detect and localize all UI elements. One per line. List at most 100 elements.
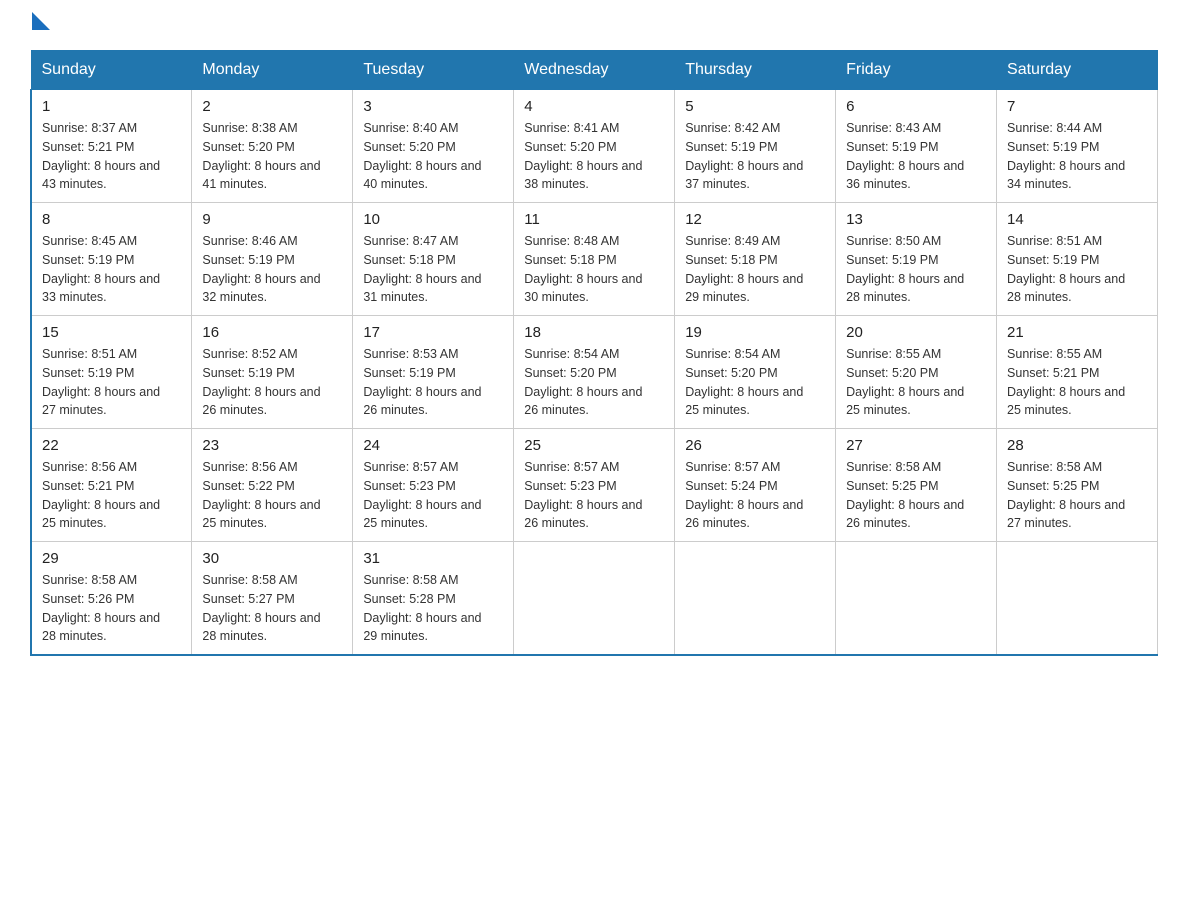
day-number: 22 bbox=[42, 437, 181, 454]
day-info: Sunrise: 8:57 AM Sunset: 5:23 PM Dayligh… bbox=[524, 458, 664, 533]
logo-triangle-icon bbox=[32, 12, 50, 30]
day-info: Sunrise: 8:54 AM Sunset: 5:20 PM Dayligh… bbox=[685, 345, 825, 420]
day-number: 8 bbox=[42, 211, 181, 228]
day-number: 17 bbox=[363, 324, 503, 341]
day-header-friday: Friday bbox=[836, 51, 997, 90]
calendar-cell: 20 Sunrise: 8:55 AM Sunset: 5:20 PM Dayl… bbox=[836, 316, 997, 429]
day-number: 7 bbox=[1007, 98, 1147, 115]
day-header-tuesday: Tuesday bbox=[353, 51, 514, 90]
days-of-week-row: SundayMondayTuesdayWednesdayThursdayFrid… bbox=[31, 51, 1158, 90]
calendar-cell: 26 Sunrise: 8:57 AM Sunset: 5:24 PM Dayl… bbox=[675, 429, 836, 542]
day-info: Sunrise: 8:58 AM Sunset: 5:27 PM Dayligh… bbox=[202, 571, 342, 646]
calendar-table: SundayMondayTuesdayWednesdayThursdayFrid… bbox=[30, 50, 1158, 656]
calendar-cell: 9 Sunrise: 8:46 AM Sunset: 5:19 PM Dayli… bbox=[192, 203, 353, 316]
day-header-monday: Monday bbox=[192, 51, 353, 90]
day-number: 21 bbox=[1007, 324, 1147, 341]
day-header-saturday: Saturday bbox=[997, 51, 1158, 90]
calendar-cell: 19 Sunrise: 8:54 AM Sunset: 5:20 PM Dayl… bbox=[675, 316, 836, 429]
day-info: Sunrise: 8:38 AM Sunset: 5:20 PM Dayligh… bbox=[202, 119, 342, 194]
week-row-2: 8 Sunrise: 8:45 AM Sunset: 5:19 PM Dayli… bbox=[31, 203, 1158, 316]
calendar-cell: 23 Sunrise: 8:56 AM Sunset: 5:22 PM Dayl… bbox=[192, 429, 353, 542]
calendar-cell: 13 Sunrise: 8:50 AM Sunset: 5:19 PM Dayl… bbox=[836, 203, 997, 316]
day-info: Sunrise: 8:53 AM Sunset: 5:19 PM Dayligh… bbox=[363, 345, 503, 420]
day-number: 4 bbox=[524, 98, 664, 115]
calendar-cell bbox=[997, 542, 1158, 656]
day-number: 6 bbox=[846, 98, 986, 115]
calendar-cell: 1 Sunrise: 8:37 AM Sunset: 5:21 PM Dayli… bbox=[31, 90, 192, 203]
day-number: 14 bbox=[1007, 211, 1147, 228]
day-info: Sunrise: 8:51 AM Sunset: 5:19 PM Dayligh… bbox=[42, 345, 181, 420]
day-info: Sunrise: 8:41 AM Sunset: 5:20 PM Dayligh… bbox=[524, 119, 664, 194]
day-header-thursday: Thursday bbox=[675, 51, 836, 90]
calendar-cell: 29 Sunrise: 8:58 AM Sunset: 5:26 PM Dayl… bbox=[31, 542, 192, 656]
calendar-cell: 11 Sunrise: 8:48 AM Sunset: 5:18 PM Dayl… bbox=[514, 203, 675, 316]
day-info: Sunrise: 8:58 AM Sunset: 5:26 PM Dayligh… bbox=[42, 571, 181, 646]
day-number: 20 bbox=[846, 324, 986, 341]
calendar-cell: 2 Sunrise: 8:38 AM Sunset: 5:20 PM Dayli… bbox=[192, 90, 353, 203]
day-number: 15 bbox=[42, 324, 181, 341]
calendar-cell: 4 Sunrise: 8:41 AM Sunset: 5:20 PM Dayli… bbox=[514, 90, 675, 203]
calendar-cell: 7 Sunrise: 8:44 AM Sunset: 5:19 PM Dayli… bbox=[997, 90, 1158, 203]
day-info: Sunrise: 8:58 AM Sunset: 5:25 PM Dayligh… bbox=[1007, 458, 1147, 533]
day-number: 19 bbox=[685, 324, 825, 341]
day-number: 31 bbox=[363, 550, 503, 567]
day-number: 1 bbox=[42, 98, 181, 115]
day-info: Sunrise: 8:46 AM Sunset: 5:19 PM Dayligh… bbox=[202, 232, 342, 307]
day-number: 13 bbox=[846, 211, 986, 228]
day-info: Sunrise: 8:50 AM Sunset: 5:19 PM Dayligh… bbox=[846, 232, 986, 307]
calendar-cell: 30 Sunrise: 8:58 AM Sunset: 5:27 PM Dayl… bbox=[192, 542, 353, 656]
calendar-cell: 10 Sunrise: 8:47 AM Sunset: 5:18 PM Dayl… bbox=[353, 203, 514, 316]
calendar-body: 1 Sunrise: 8:37 AM Sunset: 5:21 PM Dayli… bbox=[31, 90, 1158, 656]
day-info: Sunrise: 8:44 AM Sunset: 5:19 PM Dayligh… bbox=[1007, 119, 1147, 194]
day-number: 3 bbox=[363, 98, 503, 115]
logo bbox=[30, 20, 50, 30]
day-number: 30 bbox=[202, 550, 342, 567]
day-info: Sunrise: 8:57 AM Sunset: 5:24 PM Dayligh… bbox=[685, 458, 825, 533]
day-number: 28 bbox=[1007, 437, 1147, 454]
day-number: 11 bbox=[524, 211, 664, 228]
calendar-cell: 28 Sunrise: 8:58 AM Sunset: 5:25 PM Dayl… bbox=[997, 429, 1158, 542]
week-row-3: 15 Sunrise: 8:51 AM Sunset: 5:19 PM Dayl… bbox=[31, 316, 1158, 429]
day-info: Sunrise: 8:54 AM Sunset: 5:20 PM Dayligh… bbox=[524, 345, 664, 420]
calendar-cell bbox=[675, 542, 836, 656]
calendar-cell: 6 Sunrise: 8:43 AM Sunset: 5:19 PM Dayli… bbox=[836, 90, 997, 203]
day-number: 27 bbox=[846, 437, 986, 454]
week-row-4: 22 Sunrise: 8:56 AM Sunset: 5:21 PM Dayl… bbox=[31, 429, 1158, 542]
day-header-wednesday: Wednesday bbox=[514, 51, 675, 90]
calendar-cell: 14 Sunrise: 8:51 AM Sunset: 5:19 PM Dayl… bbox=[997, 203, 1158, 316]
day-info: Sunrise: 8:49 AM Sunset: 5:18 PM Dayligh… bbox=[685, 232, 825, 307]
day-number: 24 bbox=[363, 437, 503, 454]
day-info: Sunrise: 8:37 AM Sunset: 5:21 PM Dayligh… bbox=[42, 119, 181, 194]
day-info: Sunrise: 8:48 AM Sunset: 5:18 PM Dayligh… bbox=[524, 232, 664, 307]
day-info: Sunrise: 8:56 AM Sunset: 5:21 PM Dayligh… bbox=[42, 458, 181, 533]
day-info: Sunrise: 8:47 AM Sunset: 5:18 PM Dayligh… bbox=[363, 232, 503, 307]
day-info: Sunrise: 8:43 AM Sunset: 5:19 PM Dayligh… bbox=[846, 119, 986, 194]
day-info: Sunrise: 8:45 AM Sunset: 5:19 PM Dayligh… bbox=[42, 232, 181, 307]
day-number: 23 bbox=[202, 437, 342, 454]
calendar-cell: 16 Sunrise: 8:52 AM Sunset: 5:19 PM Dayl… bbox=[192, 316, 353, 429]
day-number: 12 bbox=[685, 211, 825, 228]
calendar-cell: 22 Sunrise: 8:56 AM Sunset: 5:21 PM Dayl… bbox=[31, 429, 192, 542]
day-number: 2 bbox=[202, 98, 342, 115]
day-info: Sunrise: 8:56 AM Sunset: 5:22 PM Dayligh… bbox=[202, 458, 342, 533]
calendar-cell: 18 Sunrise: 8:54 AM Sunset: 5:20 PM Dayl… bbox=[514, 316, 675, 429]
calendar-cell: 21 Sunrise: 8:55 AM Sunset: 5:21 PM Dayl… bbox=[997, 316, 1158, 429]
day-number: 29 bbox=[42, 550, 181, 567]
calendar-cell bbox=[836, 542, 997, 656]
day-info: Sunrise: 8:57 AM Sunset: 5:23 PM Dayligh… bbox=[363, 458, 503, 533]
calendar-cell: 25 Sunrise: 8:57 AM Sunset: 5:23 PM Dayl… bbox=[514, 429, 675, 542]
week-row-5: 29 Sunrise: 8:58 AM Sunset: 5:26 PM Dayl… bbox=[31, 542, 1158, 656]
page-header bbox=[30, 20, 1158, 30]
calendar-cell: 8 Sunrise: 8:45 AM Sunset: 5:19 PM Dayli… bbox=[31, 203, 192, 316]
calendar-cell: 15 Sunrise: 8:51 AM Sunset: 5:19 PM Dayl… bbox=[31, 316, 192, 429]
day-info: Sunrise: 8:51 AM Sunset: 5:19 PM Dayligh… bbox=[1007, 232, 1147, 307]
day-number: 16 bbox=[202, 324, 342, 341]
day-info: Sunrise: 8:55 AM Sunset: 5:20 PM Dayligh… bbox=[846, 345, 986, 420]
calendar-cell: 24 Sunrise: 8:57 AM Sunset: 5:23 PM Dayl… bbox=[353, 429, 514, 542]
day-number: 18 bbox=[524, 324, 664, 341]
calendar-header: SundayMondayTuesdayWednesdayThursdayFrid… bbox=[31, 51, 1158, 90]
day-number: 25 bbox=[524, 437, 664, 454]
calendar-cell: 3 Sunrise: 8:40 AM Sunset: 5:20 PM Dayli… bbox=[353, 90, 514, 203]
day-info: Sunrise: 8:52 AM Sunset: 5:19 PM Dayligh… bbox=[202, 345, 342, 420]
calendar-cell: 17 Sunrise: 8:53 AM Sunset: 5:19 PM Dayl… bbox=[353, 316, 514, 429]
